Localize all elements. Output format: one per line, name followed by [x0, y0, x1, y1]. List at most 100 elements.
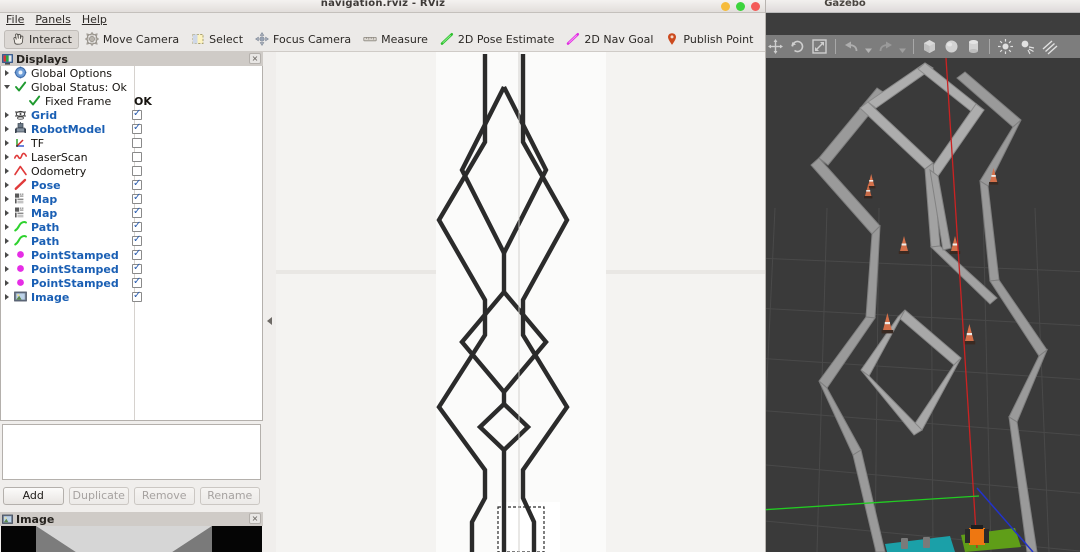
undo-arrow-icon[interactable] — [843, 38, 860, 55]
cube-icon[interactable] — [921, 38, 938, 55]
display-item-pose[interactable]: Pose — [1, 178, 262, 192]
tool-move-camera[interactable]: Move Camera — [79, 30, 185, 49]
display-item-pointstamped[interactable]: PointStamped — [1, 276, 262, 290]
rviz-3d-viewport[interactable] — [276, 52, 765, 552]
expander-closed-icon[interactable] — [1, 122, 14, 136]
tool-measure[interactable]: Measure — [357, 30, 434, 49]
gazebo-menubar[interactable] — [765, 13, 1080, 35]
displays-tree[interactable]: Global Options Global Status: Ok Fixed Fra… — [0, 66, 263, 421]
display-item-tf[interactable]: TF — [1, 136, 262, 150]
tool-2d-nav-goal[interactable]: 2D Nav Goal — [560, 30, 659, 49]
close-icon[interactable]: × — [249, 53, 261, 64]
display-enabled-checkbox[interactable] — [132, 166, 142, 176]
expander-closed-icon[interactable] — [1, 150, 14, 164]
display-item-pointstamped[interactable]: PointStamped — [1, 248, 262, 262]
display-item-path[interactable]: Path — [1, 234, 262, 248]
expander-closed-icon[interactable] — [1, 164, 14, 178]
directional-light-icon[interactable] — [1041, 38, 1058, 55]
expander-closed-icon[interactable] — [1, 262, 14, 276]
gazebo-toolbar[interactable] — [765, 35, 1080, 58]
arrows-move-icon[interactable] — [767, 38, 784, 55]
expander-closed-icon[interactable] — [1, 290, 14, 304]
tool-publish-point[interactable]: Publish Point — [659, 30, 759, 49]
dock-splitter-handle-2[interactable] — [110, 507, 152, 517]
expander-open-icon[interactable] — [1, 80, 14, 94]
display-item-grid[interactable]: Grid — [1, 108, 262, 122]
close-button[interactable] — [751, 2, 760, 11]
display-item-path[interactable]: Path — [1, 220, 262, 234]
tool-2d-pose-estimate[interactable]: 2D Pose Estimate — [434, 30, 561, 49]
display-item-laserscan[interactable]: LaserScan — [1, 150, 262, 164]
display-item-map[interactable]: Map — [1, 192, 262, 206]
expander-closed-icon[interactable] — [1, 220, 14, 234]
display-enabled-checkbox[interactable] — [132, 220, 142, 232]
expander-closed-icon[interactable] — [1, 192, 14, 206]
display-enabled-checkbox[interactable] — [132, 262, 142, 274]
left-splitter[interactable] — [263, 52, 276, 552]
expander-closed-icon[interactable] — [1, 206, 14, 220]
gazebo-window[interactable]: Gazebo — [765, 0, 1080, 552]
display-enabled-checkbox[interactable] — [132, 152, 142, 162]
display-item-fixed-frame[interactable]: Fixed Frame OK — [1, 94, 262, 108]
display-enabled-checkbox[interactable] — [132, 290, 142, 302]
dock-splitter-handle[interactable] — [110, 419, 152, 429]
rotate-icon[interactable] — [789, 38, 806, 55]
scale-icon[interactable] — [811, 38, 828, 55]
tool-2d-nav-goal-label: 2D Nav Goal — [584, 32, 654, 46]
point-light-icon[interactable] — [997, 38, 1014, 55]
expander-closed-icon[interactable] — [1, 66, 14, 80]
sphere-icon[interactable] — [943, 38, 960, 55]
display-item-global-status-ok[interactable]: Global Status: Ok — [1, 80, 262, 94]
rviz-menubar[interactable]: File Panels Help — [0, 13, 765, 27]
cylinder-icon[interactable] — [965, 38, 982, 55]
display-item-robotmodel[interactable]: RobotModel — [1, 122, 262, 136]
display-enabled-checkbox[interactable] — [132, 192, 142, 204]
redo-arrow-icon[interactable] — [877, 38, 894, 55]
display-enabled-checkbox[interactable] — [132, 178, 142, 190]
tool-interact[interactable]: Interact — [4, 29, 79, 49]
expander-closed-icon[interactable] — [1, 248, 14, 262]
display-enabled-checkbox[interactable] — [132, 108, 142, 120]
rename-button[interactable]: Rename — [199, 487, 260, 505]
expander-closed-icon[interactable] — [1, 178, 14, 192]
spot-light-icon[interactable] — [1019, 38, 1036, 55]
maximize-button[interactable] — [736, 2, 745, 11]
display-item-global-options[interactable]: Global Options — [1, 66, 262, 80]
display-item-pointstamped[interactable]: PointStamped — [1, 262, 262, 276]
tool-focus-camera[interactable]: Focus Camera — [249, 30, 357, 49]
close-icon[interactable]: × — [249, 513, 261, 524]
display-enabled-checkbox[interactable] — [132, 248, 142, 260]
expander-closed-icon[interactable] — [1, 276, 14, 290]
rviz-window[interactable]: navigation.rviz - RViz File Panels Help … — [0, 0, 766, 552]
gazebo-titlebar[interactable]: Gazebo — [765, 0, 1080, 13]
chevron-down-icon[interactable] — [865, 47, 872, 54]
display-item-odometry[interactable]: Odometry — [1, 164, 262, 178]
display-item-map[interactable]: Map — [1, 206, 262, 220]
collapse-left-arrow-icon[interactable] — [267, 317, 272, 325]
expander-closed-icon[interactable] — [1, 108, 14, 122]
menu-help[interactable]: Help — [82, 13, 107, 27]
add-button[interactable]: Add — [3, 487, 64, 505]
display-enabled-checkbox[interactable] — [132, 138, 142, 148]
rviz-titlebar[interactable]: navigation.rviz - RViz — [0, 0, 765, 13]
menu-panels[interactable]: Panels — [35, 13, 70, 27]
display-item-image[interactable]: Image — [1, 290, 262, 304]
rviz-toolbar[interactable]: Interact Move Camera Select Focus Camera… — [0, 27, 765, 52]
expander-closed-icon[interactable] — [1, 136, 14, 150]
chevron-down-icon[interactable] — [899, 47, 906, 54]
display-enabled-checkbox[interactable] — [132, 276, 142, 288]
gazebo-3d-viewport[interactable] — [765, 58, 1080, 552]
display-properties-pane[interactable] — [2, 424, 261, 480]
menu-file[interactable]: File — [6, 13, 24, 27]
display-enabled-checkbox[interactable] — [132, 234, 142, 246]
window-controls[interactable] — [721, 2, 760, 11]
display-enabled-checkbox[interactable] — [132, 122, 142, 134]
expander-closed-icon[interactable] — [1, 234, 14, 248]
minimize-button[interactable] — [721, 2, 730, 11]
tool-select[interactable]: Select — [185, 30, 249, 49]
camera-image-view[interactable] — [1, 526, 262, 552]
remove-button[interactable]: Remove — [134, 487, 195, 505]
tool-2d-pose-estimate-label: 2D Pose Estimate — [457, 32, 555, 46]
duplicate-button[interactable]: Duplicate — [68, 487, 129, 505]
display-enabled-checkbox[interactable] — [132, 206, 142, 218]
